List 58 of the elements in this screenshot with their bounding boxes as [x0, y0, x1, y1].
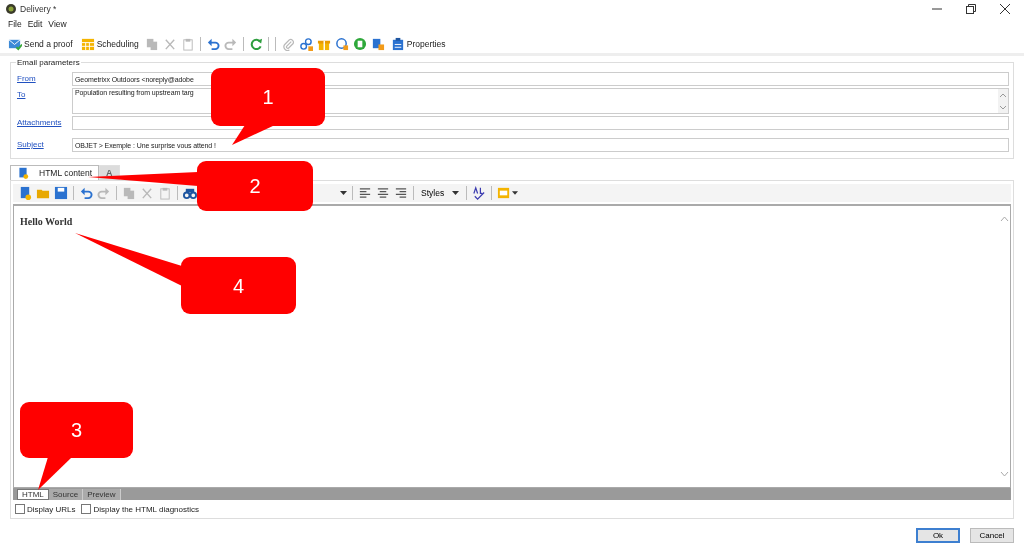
field-link[interactable]: Subject	[17, 138, 72, 149]
app-icon	[6, 4, 16, 14]
save-icon[interactable]	[54, 186, 68, 200]
toolbar-button[interactable]: Scheduling	[78, 37, 141, 51]
checkbox-label: Display the HTML diagnostics	[93, 504, 199, 514]
puzzle-icon[interactable]	[370, 37, 385, 51]
binoculars-icon[interactable]	[183, 186, 197, 200]
restore-icon[interactable]	[966, 4, 976, 14]
toolbar-button[interactable]: Properties	[388, 37, 448, 51]
scroll-down-icon[interactable]	[999, 471, 1009, 477]
align-left-icon[interactable]	[358, 186, 372, 200]
calendar-icon	[80, 37, 95, 51]
document-icon	[17, 167, 29, 179]
align-center-icon[interactable]	[376, 186, 390, 200]
scroll-down-icon[interactable]	[999, 104, 1007, 110]
editor-text: Hello World	[20, 216, 73, 227]
checkbox[interactable]	[81, 504, 92, 514]
view-tab[interactable]: Preview	[83, 489, 121, 500]
input-field[interactable]	[72, 116, 1009, 130]
undo-icon[interactable]	[205, 37, 220, 51]
panel-title: Email parameters	[16, 58, 81, 67]
caret-icon[interactable]	[340, 191, 347, 195]
clipboard-icon	[390, 37, 405, 51]
align-right-icon[interactable]	[394, 186, 408, 200]
menu-item[interactable]: Edit	[27, 19, 43, 29]
envelope-icon	[8, 37, 22, 51]
callout-number: 3	[70, 419, 83, 441]
dialog-button[interactable]: Ok	[916, 527, 960, 543]
callout-number: 4	[232, 274, 245, 297]
checkbox[interactable]	[15, 504, 25, 514]
toolbar-button[interactable]: Send a proof	[6, 37, 75, 51]
caret-icon	[452, 191, 460, 195]
callout-number: 2	[249, 175, 261, 197]
chain-icon[interactable]	[298, 37, 313, 51]
refresh-icon[interactable]	[248, 37, 263, 51]
field-link[interactable]: From	[17, 72, 72, 83]
scroll-up-icon[interactable]	[999, 216, 1009, 222]
menu-item[interactable]: View	[48, 19, 67, 29]
target-icon[interactable]	[334, 37, 349, 51]
circle-badge-icon[interactable]	[352, 37, 367, 51]
spellcheck-icon[interactable]	[472, 186, 487, 200]
document-icon[interactable]	[18, 186, 32, 200]
view-tab[interactable]: HTML	[17, 489, 49, 500]
view-tab[interactable]: Source	[48, 489, 84, 500]
tab[interactable]: HTML content	[10, 165, 100, 180]
color-picker-icon[interactable]	[497, 186, 512, 200]
field-link[interactable]: To	[17, 88, 72, 99]
menu-item[interactable]: File	[8, 19, 22, 29]
window-title: Delivery *	[20, 4, 57, 14]
caret-icon[interactable]	[512, 191, 519, 195]
checkbox-label: Display URLs	[27, 504, 76, 514]
undo-icon[interactable]	[79, 186, 93, 200]
styles-dropdown[interactable]: Styles	[419, 188, 462, 198]
dialog-button[interactable]: Cancel	[970, 527, 1014, 543]
scroll-up-icon[interactable]	[999, 92, 1007, 98]
callout-number: 1	[262, 86, 274, 108]
close-icon[interactable]	[1000, 4, 1010, 14]
field-link[interactable]: Attachments	[17, 116, 72, 127]
